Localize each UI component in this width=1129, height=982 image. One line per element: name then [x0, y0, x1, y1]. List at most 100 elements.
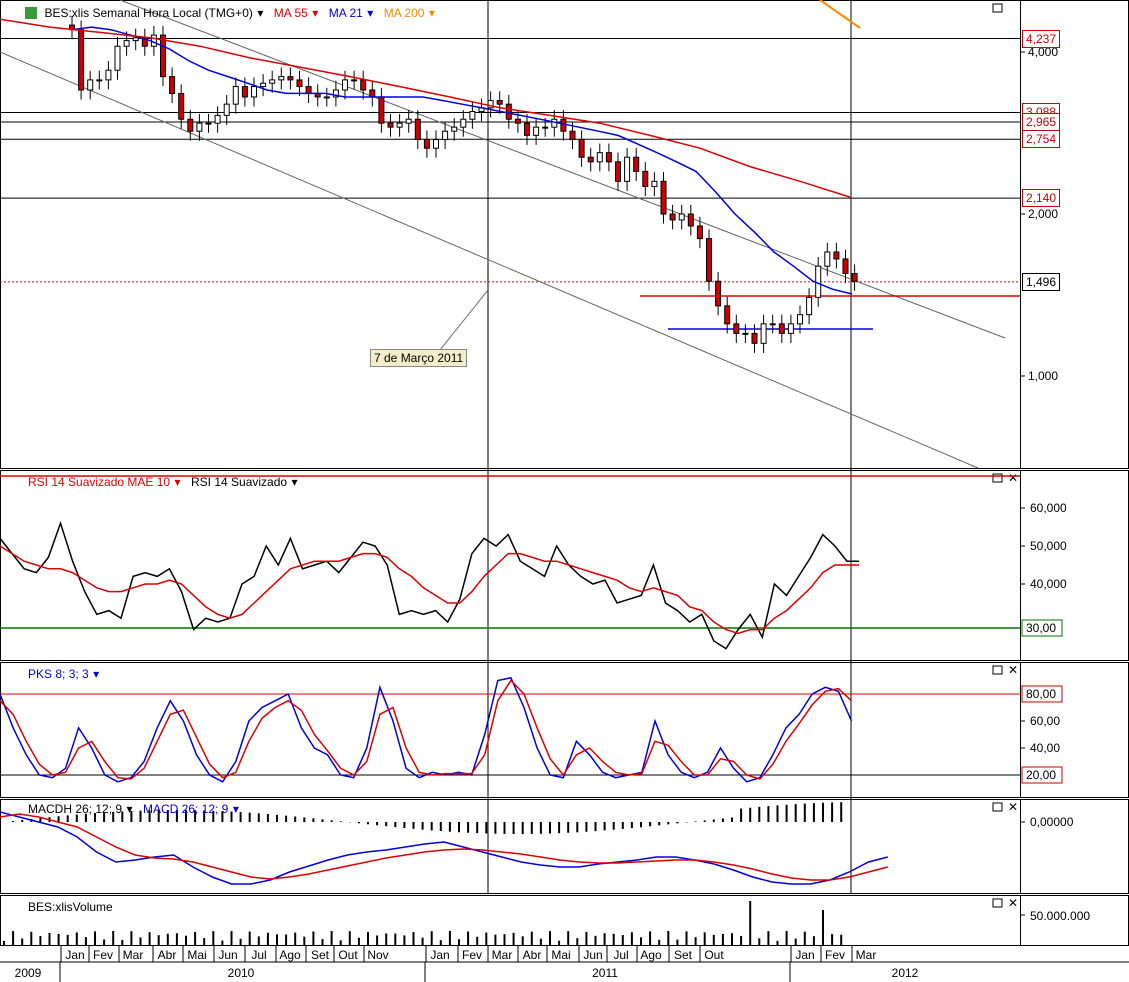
candle-body-66: [669, 213, 676, 221]
price-panel-maximize-icon: [992, 3, 1003, 13]
pks-dropdown-icon[interactable]: ▾: [93, 667, 99, 681]
candle-body-80: [797, 314, 803, 325]
candle-body-32: [360, 79, 367, 91]
macdh-label[interactable]: MACDH 26; 12; 9: [28, 802, 122, 816]
macd-title-row: MACDH 26; 12; 9 ▾ MACD 26; 12; 9 ▾: [28, 800, 239, 818]
price-title-row: BES:xlis Semanal Hora Local (TMG+0) ▾ MA…: [25, 4, 435, 22]
candle-body-60: [615, 161, 621, 182]
volume-label[interactable]: BES:xlisVolume: [28, 900, 113, 914]
candle-body-43: [460, 118, 467, 128]
month-label-4: Mai: [187, 948, 206, 962]
candle-body-50: [524, 122, 530, 136]
pks-tick-label-0: 80,00: [1026, 687, 1056, 701]
ma55-label[interactable]: MA 55: [274, 6, 308, 20]
year-label-3: 2012: [892, 966, 919, 980]
candle-body-68: [687, 213, 694, 227]
ma55-dropdown-icon[interactable]: ▾: [312, 6, 318, 20]
macdh-dropdown-icon[interactable]: ▾: [127, 802, 133, 816]
level-tag-5: 1,496: [1022, 272, 1061, 291]
volume-panel-close-icon: ✕: [1008, 896, 1018, 910]
month-label-1: Fev: [93, 948, 113, 962]
candle-body-52: [542, 126, 549, 129]
candle-body-23: [278, 76, 285, 81]
price-title[interactable]: BES:xlis Semanal Hora Local (TMG+0): [44, 6, 252, 20]
candle-body-11: [169, 76, 176, 94]
ma200-dropdown-icon[interactable]: ▾: [429, 6, 435, 20]
candle-body-85: [842, 258, 849, 275]
candle-body-16: [214, 114, 221, 124]
candle-body-63: [642, 170, 649, 187]
candle-body-37: [405, 118, 412, 124]
candle-body-36: [396, 122, 403, 128]
month-label-3: Abr: [158, 948, 177, 962]
candle-body-7: [132, 37, 139, 42]
candle-body-9: [150, 34, 157, 47]
pks-panel-close-icon: ✕: [1008, 663, 1018, 677]
volume-panel-maximize-icon: [992, 898, 1003, 908]
date-annotation[interactable]: 7 de Março 2011: [370, 349, 468, 367]
month-label-2: Mar: [123, 948, 144, 962]
volume-panel-frame: [0, 895, 1129, 946]
candle-body-22: [269, 79, 276, 84]
price-tick-label-2: 1,000: [1028, 369, 1058, 383]
ma200-label[interactable]: MA 200: [384, 6, 425, 20]
candle-body-74: [742, 332, 749, 335]
rsi-mae-dropdown-icon[interactable]: ▾: [175, 475, 181, 489]
month-label-7: Ago: [279, 948, 301, 962]
candle-body-56: [578, 139, 585, 158]
candle-body-84: [833, 251, 840, 260]
price-panel-frame: [0, 0, 1129, 469]
pks-tick-label-3: 20,00: [1026, 768, 1056, 782]
candle-body-55: [569, 130, 576, 141]
macd-tick-label-0: 0,00000: [1030, 815, 1074, 829]
candle-body-44: [469, 111, 476, 120]
level-tag-2: 2,965: [1022, 112, 1061, 131]
rsi-panel-close-icon: ✕: [1008, 471, 1018, 485]
rsi-dropdown-icon[interactable]: ▾: [292, 475, 298, 489]
month-label-5: Jun: [218, 948, 237, 962]
candle-body-58: [596, 152, 603, 163]
rsi-title-row: RSI 14 Suavizado MAE 10 ▾ RSI 14 Suaviza…: [28, 473, 298, 491]
month-label-11: Jan: [430, 948, 449, 962]
candle-body-18: [232, 86, 239, 105]
candle-body-49: [514, 118, 521, 124]
candle-body-48: [505, 103, 512, 120]
volume-tick-label-0: 50.000.000: [1030, 909, 1090, 923]
candle-body-79: [787, 323, 794, 334]
rsi-label[interactable]: RSI 14 Suavizado: [191, 475, 287, 489]
candle-body-10: [160, 34, 166, 78]
price-title-dropdown-icon[interactable]: ▾: [257, 6, 263, 20]
rsi-tick-label-0: 60,000: [1030, 501, 1067, 515]
rsi-level-tag: 30,00: [1026, 621, 1056, 635]
macd-dropdown-icon[interactable]: ▾: [233, 802, 239, 816]
candle-body-70: [706, 238, 712, 282]
ma21-dropdown-icon[interactable]: ▾: [367, 6, 373, 20]
month-label-8: Set: [311, 948, 330, 962]
level-tag-0: 4,237: [1022, 29, 1061, 48]
macd-panel-close-icon: ✕: [1008, 800, 1018, 814]
candle-body-72: [724, 305, 731, 325]
candle-body-33: [369, 89, 376, 98]
rsi-mae-label[interactable]: RSI 14 Suavizado MAE 10: [28, 475, 170, 489]
pks-label[interactable]: PKS 8; 3; 3: [28, 667, 89, 681]
candle-body-71: [715, 280, 722, 307]
candle-body-17: [223, 103, 230, 116]
month-label-19: Set: [674, 948, 693, 962]
candle-body-21: [260, 82, 267, 88]
channel-upper-line: [119, 0, 1006, 339]
month-label-13: Mar: [492, 948, 513, 962]
candle-body-62: [633, 156, 640, 172]
level-tag-3: 2,754: [1022, 130, 1061, 149]
ma21-label[interactable]: MA 21: [329, 6, 363, 20]
candle-body-28: [323, 96, 330, 99]
month-label-18: Ago: [640, 948, 662, 962]
rsi-mae-line: [0, 545, 860, 635]
month-label-22: Fev: [825, 948, 845, 962]
macd-label[interactable]: MACD 26; 12; 9: [143, 802, 228, 816]
volume-title-row: BES:xlisVolume: [28, 898, 113, 916]
candle-body-41: [442, 130, 449, 141]
channel-lower-line: [0, 51, 979, 469]
month-label-9: Out: [338, 948, 358, 962]
candle-body-14: [196, 122, 203, 132]
chart-app-icon: [25, 6, 37, 19]
